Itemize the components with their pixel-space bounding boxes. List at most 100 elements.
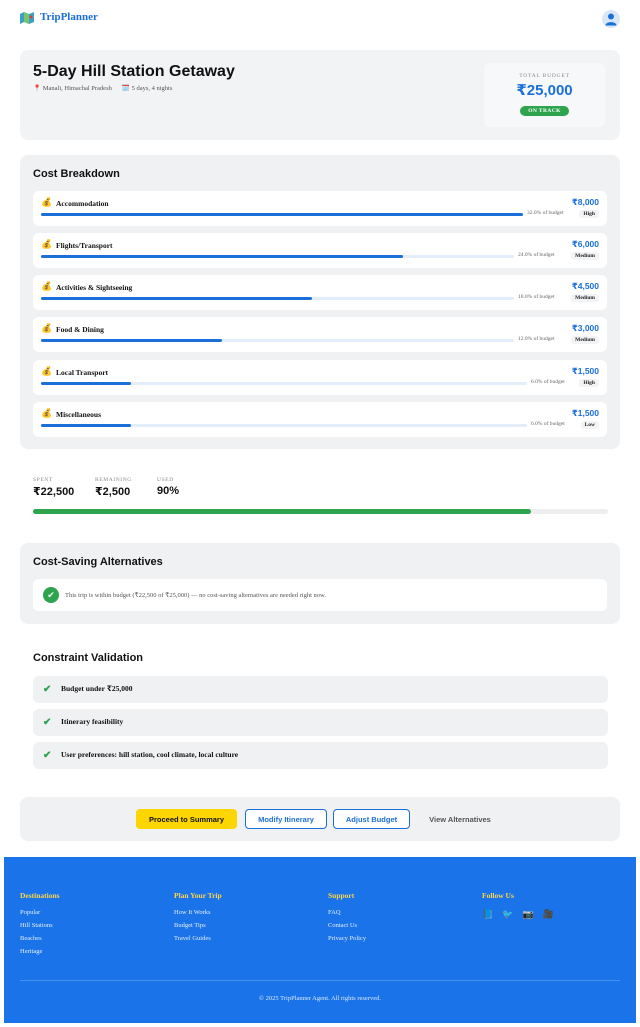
cost-item-bar <box>41 424 527 427</box>
modify-itinerary-button[interactable]: Modify Itinerary <box>245 809 327 829</box>
footer-link[interactable]: Budget Tips <box>174 922 222 929</box>
copyright: © 2025 TripPlanner Agent. All rights res… <box>259 995 381 1002</box>
money-bag-icon: 💰 <box>41 239 53 249</box>
user-icon <box>605 13 617 26</box>
cost-item-level-badge: High <box>579 379 599 387</box>
spend-summary: SPENT ₹22,500 REMAINING ₹2,500 USED 90% <box>33 477 608 517</box>
cost-item-percent: 18.0% of budget <box>518 294 555 300</box>
footer-link[interactable]: Beaches <box>20 935 60 942</box>
constraint-text: Itinerary feasibility <box>61 717 124 726</box>
footer-link[interactable]: FAQ <box>328 909 366 916</box>
section-title: Cost-Saving Alternatives <box>33 556 163 568</box>
used-stat: USED 90% <box>157 477 180 497</box>
cost-item-bar <box>41 213 523 216</box>
footer: Destinations Popular Hill Stations Beaches H… <box>4 857 636 1023</box>
cost-item-bar-fill <box>41 424 132 427</box>
check-icon: ✔ <box>43 684 52 695</box>
cost-item-bar-fill <box>41 297 313 300</box>
facebook-icon[interactable]: 📘 <box>482 909 493 920</box>
cost-item-percent: 12.0% of budget <box>518 336 555 342</box>
constraint-item: ✔ User preferences: hill station, cool cl… <box>33 742 608 769</box>
cost-item-percent: 32.0% of budget <box>527 210 564 216</box>
trip-title: 5-Day Hill Station Getaway <box>33 63 235 80</box>
cost-item-amount: ₹6,000 <box>571 239 599 249</box>
cost-item-name: Miscellaneous <box>56 410 101 419</box>
cost-breakdown-card: Cost Breakdown 💰 Accommodation ₹8,000 32.0%… <box>20 155 620 449</box>
cost-item-bar-fill <box>41 339 222 342</box>
duration: 🗓️ 5 days, 4 nights <box>121 85 173 92</box>
cost-item-percent: 6.0% of budget <box>531 379 565 385</box>
cost-saving-card: Cost-Saving Alternatives ✔ This trip is … <box>20 543 620 624</box>
constraint-item: ✔ Budget under ₹25,000 <box>33 676 608 703</box>
cost-item-name: Activities & Sightseeing <box>56 283 133 292</box>
spent-stat: SPENT ₹22,500 <box>33 477 75 498</box>
budget-value: ₹25,000 <box>516 82 573 99</box>
youtube-icon[interactable]: 🎥 <box>543 909 554 920</box>
cost-item-bar <box>41 297 514 300</box>
budget-usage-bar <box>33 509 608 514</box>
proceed-to-summary-button[interactable]: Proceed to Summary <box>136 809 237 829</box>
money-bag-icon: 💰 <box>41 323 53 333</box>
cost-item-amount: ₹1,500 <box>571 408 599 418</box>
footer-link[interactable]: Popular <box>20 909 60 916</box>
money-bag-icon: 💰 <box>41 408 53 418</box>
check-circle-icon: ✔ <box>43 587 59 603</box>
cost-item: 💰 Food & Dining ₹3,000 12.0% of budget Mediu… <box>33 317 607 352</box>
constraint-text: Budget under ₹25,000 <box>61 684 133 693</box>
money-bag-icon: 💰 <box>41 366 53 376</box>
cost-item-bar <box>41 255 514 258</box>
footer-link[interactable]: Privacy Policy <box>328 935 366 942</box>
footer-link[interactable]: Heritage <box>20 948 60 955</box>
alternatives-message: ✔ This trip is within budget (₹22,500 of… <box>33 579 607 611</box>
trip-meta: 📍 Manali, Himachal Pradesh 🗓️ 5 days, 4 … <box>33 84 172 92</box>
cost-item-amount: ₹1,500 <box>571 366 599 376</box>
brand-logo[interactable]: TripPlanner <box>20 11 98 24</box>
user-avatar[interactable] <box>602 10 620 28</box>
section-title: Constraint Validation <box>33 652 144 664</box>
cost-item-bar-fill <box>41 213 523 216</box>
cost-item-percent: 24.0% of budget <box>518 252 555 258</box>
cost-item-name: Accommodation <box>56 199 109 208</box>
footer-link[interactable]: Contact Us <box>328 922 366 929</box>
check-icon: ✔ <box>43 750 52 761</box>
cost-item-name: Food & Dining <box>56 325 104 334</box>
cost-item: 💰 Flights/Transport ₹6,000 24.0% of budget M… <box>33 233 607 268</box>
adjust-budget-button[interactable]: Adjust Budget <box>333 809 410 829</box>
cost-item-bar <box>41 382 527 385</box>
cost-item-bar-fill <box>41 382 132 385</box>
footer-column: Support FAQ Contact Us Privacy Policy <box>328 891 366 948</box>
footer-column: Plan Your Trip How It Works Budget Tips Tra… <box>174 891 222 948</box>
pin-icon: 📍 <box>33 85 42 92</box>
footer-link[interactable]: How It Works <box>174 909 222 916</box>
footer-heading: Plan Your Trip <box>174 891 222 900</box>
view-alternatives-button[interactable]: View Alternatives <box>418 809 502 829</box>
alternatives-text: This trip is within budget (₹22,500 of ₹… <box>65 592 326 599</box>
cost-item: 💰 Local Transport ₹1,500 6.0% of budget High <box>33 360 607 395</box>
location: 📍 Manali, Himachal Pradesh <box>33 85 112 92</box>
status-badge: ON TRACK <box>520 106 569 116</box>
instagram-icon[interactable]: 📷 <box>522 909 533 920</box>
cost-item-bar-fill <box>41 255 403 258</box>
cost-item-amount: ₹3,000 <box>571 323 599 333</box>
twitter-icon[interactable]: 🐦 <box>502 909 513 920</box>
cost-item: 💰 Miscellaneous ₹1,500 6.0% of budget Low <box>33 402 607 437</box>
top-navbar: TripPlanner <box>0 0 640 38</box>
footer-link[interactable]: Travel Guides <box>174 935 222 942</box>
brand-name: TripPlanner <box>40 11 98 23</box>
cost-item-level-badge: Medium <box>571 252 599 260</box>
footer-link[interactable]: Hill Stations <box>20 922 60 929</box>
budget-usage-fill <box>33 509 531 514</box>
money-bag-icon: 💰 <box>41 197 53 207</box>
footer-heading: Follow Us <box>482 891 514 900</box>
constraint-item: ✔ Itinerary feasibility <box>33 709 608 736</box>
cost-item-level-badge: Medium <box>571 294 599 302</box>
cost-item-name: Local Transport <box>56 368 109 377</box>
constraint-text: User preferences: hill station, cool cli… <box>61 750 239 759</box>
money-bag-icon: 💰 <box>41 281 53 291</box>
cost-item-level-badge: Medium <box>571 336 599 344</box>
total-budget-box: TOTAL BUDGET ₹25,000 ON TRACK <box>484 63 605 127</box>
action-bar: Proceed to Summary Modify Itinerary Adju… <box>20 797 620 841</box>
section-title: Cost Breakdown <box>33 168 120 180</box>
footer-column: Destinations Popular Hill Stations Beaches H… <box>20 891 60 961</box>
trip-overview-card: 5-Day Hill Station Getaway 📍 Manali, Him… <box>20 50 620 140</box>
